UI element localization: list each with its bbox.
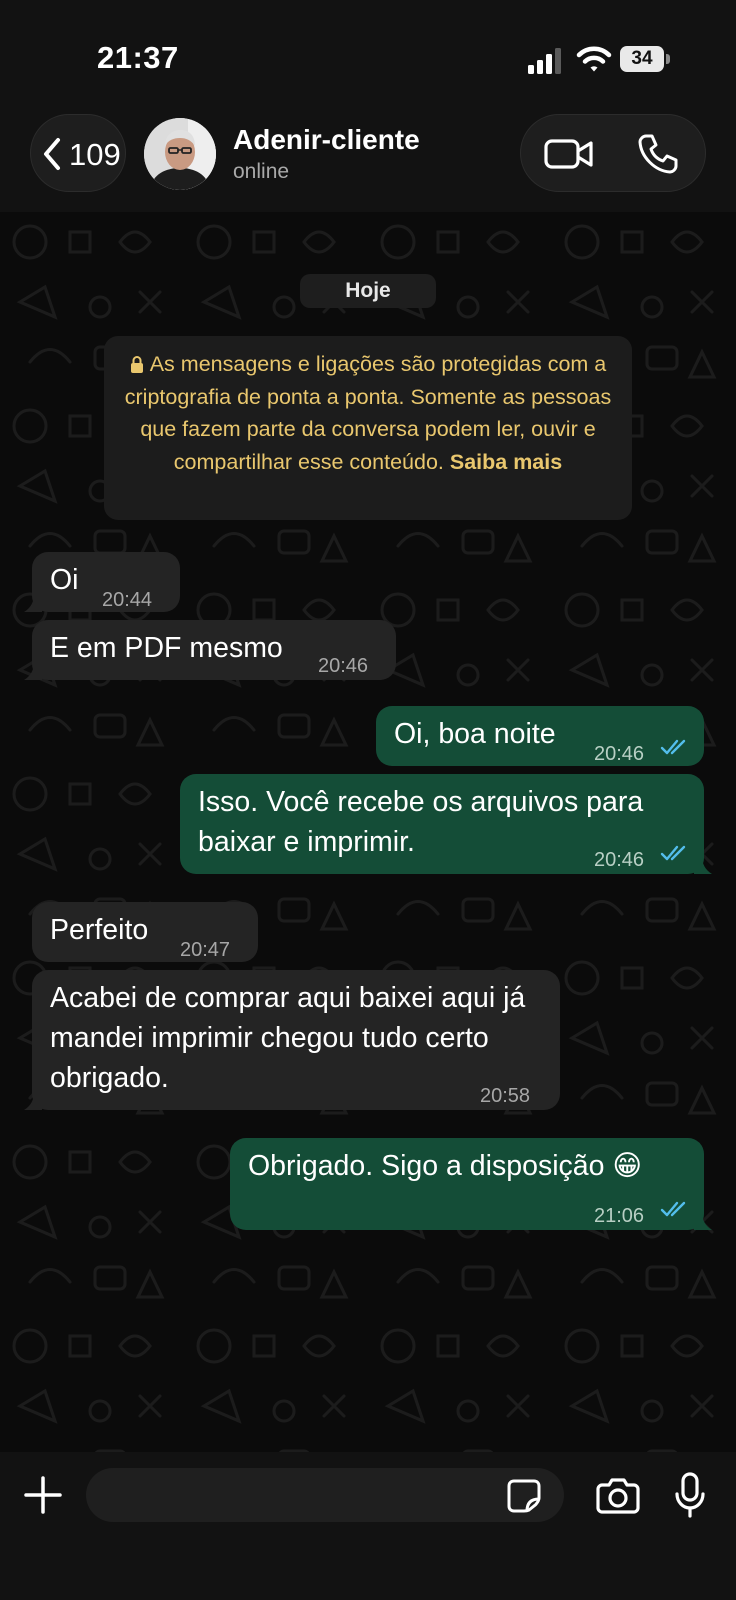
message-input[interactable] [86,1468,564,1522]
chat-area[interactable]: Hoje As mensagens e ligações são protegi… [0,212,736,1452]
encryption-notice[interactable]: As mensagens e ligações são protegidas c… [104,336,632,520]
avatar[interactable] [144,118,216,190]
chevron-left-icon [44,138,60,170]
read-receipt-icon [660,1201,686,1217]
message-text: Perfeito [50,914,149,946]
battery-percentage: 34 [631,48,653,69]
composer-bar [0,1452,736,1600]
date-separator: Hoje [300,274,436,308]
camera-icon[interactable] [596,1476,640,1514]
message-text: Obrigado. Sigo a disposição 😁 [248,1150,643,1182]
message-time: 20:47 [180,939,231,961]
video-call-icon[interactable] [543,135,595,173]
unread-count: 109 [69,137,121,172]
incoming-message[interactable]: Acabei de comprar aqui baixei aqui já ma… [24,970,560,1110]
incoming-message[interactable]: Perfeito 20:47 [32,902,258,962]
message-text: E em PDF mesmo [50,632,283,664]
outgoing-message[interactable]: Oi, boa noite 20:46 [376,706,704,766]
bubble-tail [694,856,712,874]
message-time: 20:44 [102,589,153,611]
incoming-message[interactable]: Oi 20:44 [24,552,180,612]
learn-more-link[interactable]: Saiba mais [450,450,562,474]
message-text: Oi, boa noite [394,718,556,750]
plus-icon[interactable] [22,1474,64,1516]
outgoing-message[interactable]: Obrigado. Sigo a disposição 😁 21:06 [230,1138,712,1230]
message-time: 21:06 [594,1205,645,1227]
wifi-icon [576,46,612,72]
bubble-tail [24,594,42,612]
bubble-tail [694,1212,712,1230]
message-time: 20:46 [594,743,645,765]
back-button[interactable]: 109 [30,114,126,192]
read-receipt-icon [660,739,686,755]
call-actions [520,114,706,192]
message-text: Acabei de comprar aqui baixei aqui já ma… [50,982,526,1094]
read-receipt-icon [660,845,686,861]
contact-status: online [233,160,290,183]
contact-name[interactable]: Adenir-cliente [233,124,420,156]
chat-header: 109 Adenir-cliente online [0,110,736,212]
lock-icon [130,356,143,373]
microphone-icon[interactable] [674,1472,706,1518]
incoming-message[interactable]: E em PDF mesmo 20:46 [24,620,396,680]
bubble-tail [24,662,42,680]
message-time: 20:46 [594,849,645,871]
status-bar: 21:37 34 [0,0,736,110]
outgoing-message[interactable]: Isso. Você recebe os arquivos para baixa… [180,774,712,874]
sticker-icon[interactable] [506,1478,542,1514]
phone-call-icon[interactable] [637,133,679,175]
bubble-tail [24,1092,42,1110]
message-time: 20:46 [318,655,369,677]
message-text: Oi [50,564,79,596]
signal-icon [528,48,561,74]
clock: 21:37 [97,40,179,75]
battery-icon: 34 [620,46,672,72]
message-time: 20:58 [480,1085,531,1107]
